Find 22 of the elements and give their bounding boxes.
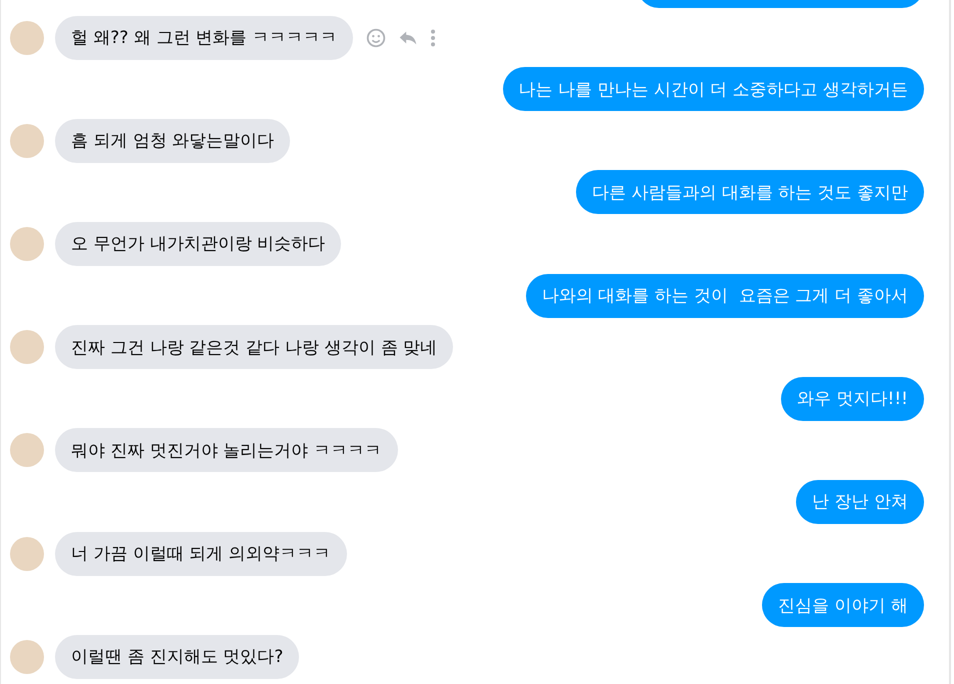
received-message: 이럴땐 좀 진지해도 멋있다?: [55, 634, 300, 679]
sent-message: 나와의 대화를 하는 것이 요즘은 그게 더 좋아서: [526, 274, 924, 318]
sent-message: 다른 사람들과의 대화를 하는 것도 좋지만: [576, 170, 924, 214]
received-message: 오 무언가 내가치관이랑 비슷하다: [55, 222, 342, 266]
avatar[interactable]: [10, 20, 44, 55]
received-message: 헐 왜?? 왜 그런 변화를 ㅋㅋㅋㅋㅋ: [55, 16, 354, 60]
sent-message: 나는 나를 만나는 시간이 더 소중하다고 생각하거든: [502, 67, 924, 112]
sent-message: 진심을 이야기 해: [762, 583, 924, 628]
received-message: 너 가끔 이럴때 되게 의외약ㅋㅋㅋ: [55, 532, 347, 576]
avatar[interactable]: [10, 536, 44, 571]
emoji-icon[interactable]: [365, 26, 388, 49]
avatar[interactable]: [10, 330, 44, 364]
received-message: 뭐야 진짜 멋진거야 놀리는거야 ㅋㅋㅋㅋ: [55, 428, 398, 472]
sent-message: 와우 멋지다!!!: [781, 376, 924, 421]
sent-message: 난 장난 안쳐: [796, 480, 924, 524]
more-icon[interactable]: [429, 26, 438, 49]
received-message: 진짜 그건 나랑 같은것 같다 나랑 생각이 좀 맞네: [55, 325, 454, 370]
avatar[interactable]: [10, 124, 44, 158]
received-message: 흠 되게 엄청 와닿는말이다: [55, 118, 290, 163]
avatar[interactable]: [10, 226, 44, 261]
avatar[interactable]: [10, 640, 44, 674]
avatar[interactable]: [10, 433, 44, 468]
